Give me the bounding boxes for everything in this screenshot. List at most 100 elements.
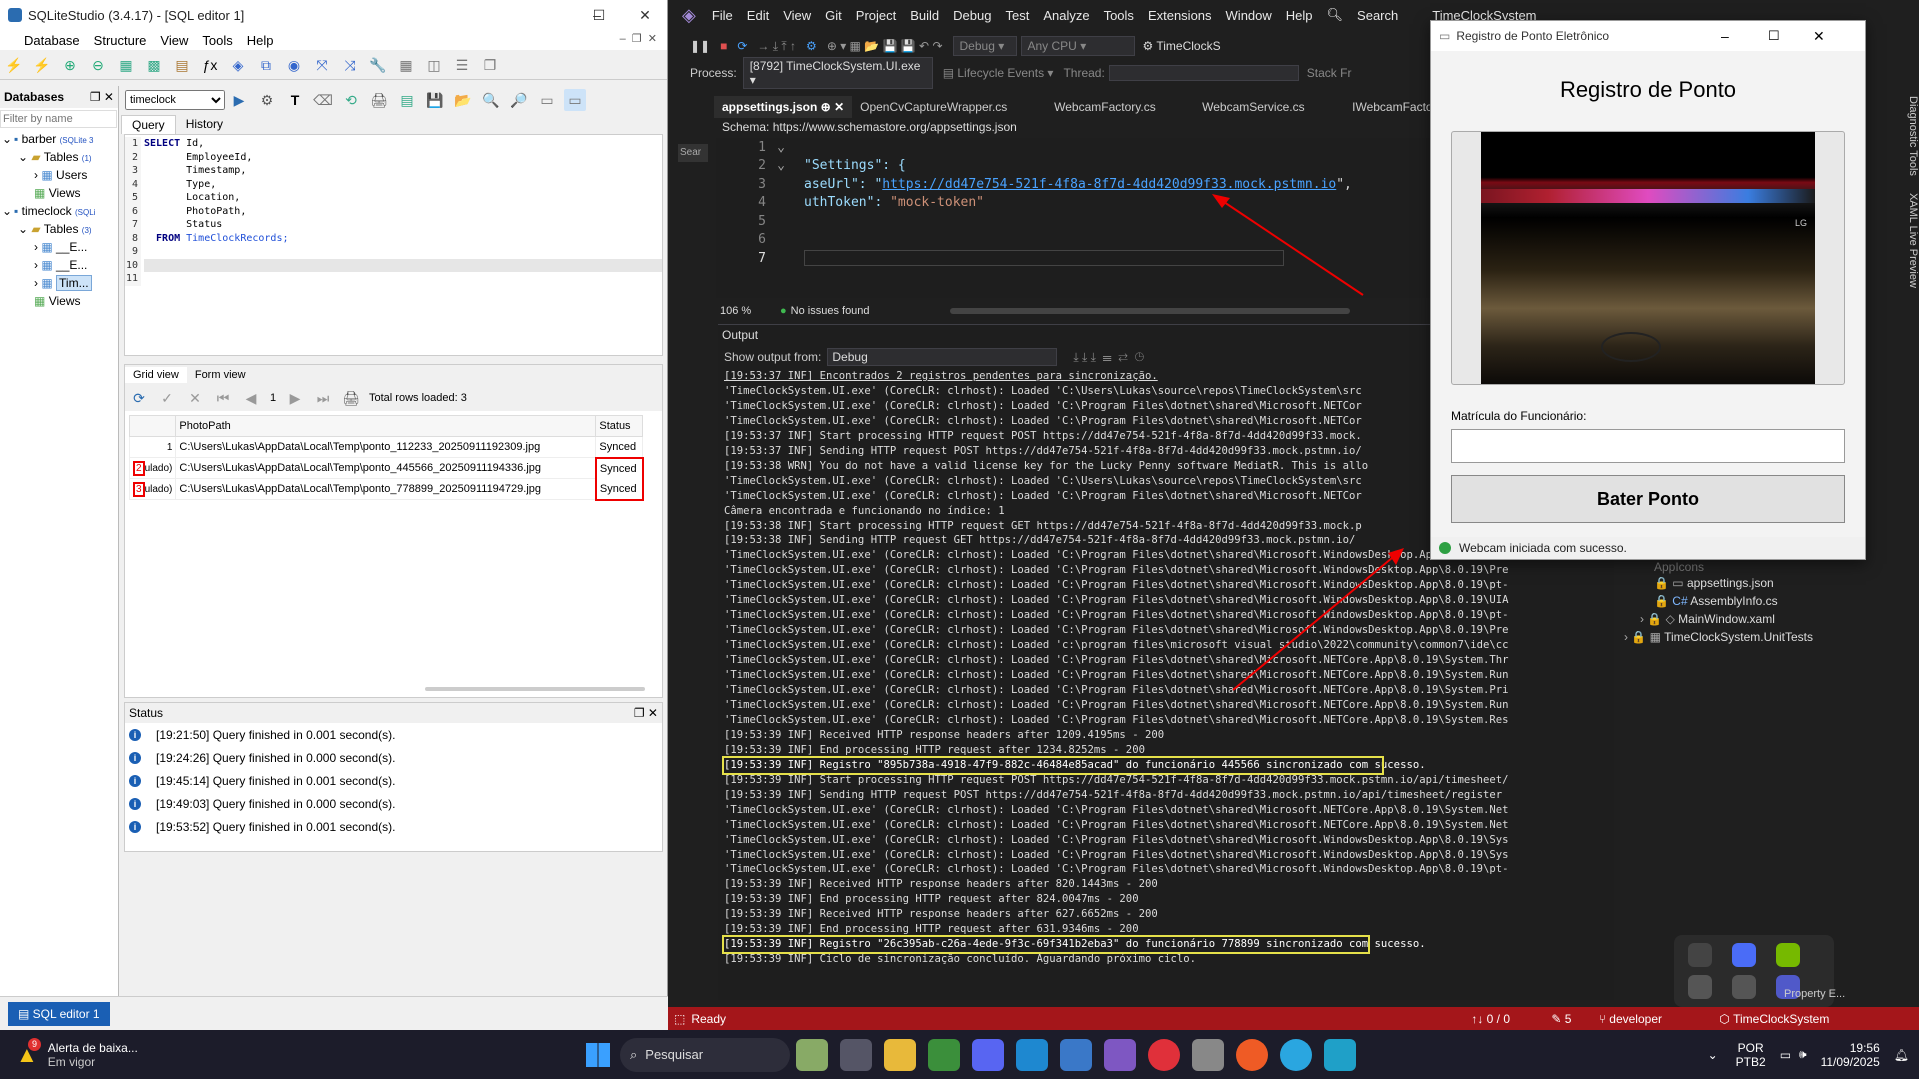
save-icon[interactable]: 💾: [424, 89, 446, 111]
tray-app-icon[interactable]: [1732, 975, 1756, 999]
last-page-icon[interactable]: ⏭: [312, 387, 334, 409]
tree-item-timeclock[interactable]: ⌄ ▪ timeclock (SQLi: [0, 202, 118, 220]
solution-item[interactable]: 🔒 C# AssemblyInfo.cs: [1614, 594, 1897, 612]
menu-edit[interactable]: Edit: [747, 8, 769, 23]
stop-icon[interactable]: ■: [720, 39, 727, 53]
status-edits[interactable]: 5: [1565, 1012, 1599, 1026]
solution-item[interactable]: › 🔒 ▦ TimeClockSystem.UnitTests: [1614, 630, 1897, 648]
solution-item[interactable]: › 🔒 ◇ MainWindow.xaml: [1614, 612, 1897, 630]
matricula-input[interactable]: [1451, 429, 1845, 463]
history-icon[interactable]: ⟲: [340, 89, 362, 111]
reg-close-button[interactable]: ✕: [1813, 28, 1825, 45]
clock-time[interactable]: 19:56: [1821, 1041, 1880, 1055]
replace-icon[interactable]: 🔎: [508, 89, 530, 111]
search-box[interactable]: Sear: [678, 144, 708, 162]
tray-app-icon[interactable]: [1776, 943, 1800, 967]
print-grid-icon[interactable]: 🖨: [340, 387, 362, 409]
zoom-level[interactable]: 106 %: [720, 305, 780, 317]
tab-appsettings[interactable]: appsettings.json ⊕ ✕: [714, 96, 853, 118]
menu-analyze[interactable]: Analyze: [1043, 8, 1089, 23]
connect-icon[interactable]: ⚡: [3, 54, 25, 76]
prev-page-icon[interactable]: ◀: [240, 387, 262, 409]
vs-search[interactable]: Search: [1357, 8, 1398, 23]
tab-diagnostic-tools[interactable]: Diagnostic Tools: [1907, 96, 1919, 176]
status-panel-controls[interactable]: ❐ ✕: [634, 706, 662, 720]
tab-form-view[interactable]: Form view: [187, 367, 254, 383]
search-box[interactable]: ⌕ Pesquisar: [620, 1037, 790, 1072]
step-icons[interactable]: → ⤓ ⤒ ↑: [757, 39, 796, 54]
tab-webcamservice[interactable]: WebcamService.cs: [1194, 96, 1344, 118]
wrench-icon[interactable]: 🔧: [367, 54, 389, 76]
status-counts[interactable]: ↑↓ 0 / 0: [1471, 1012, 1551, 1026]
menu-git[interactable]: Git: [825, 8, 842, 23]
menu-test[interactable]: Test: [1005, 8, 1029, 23]
solution-item[interactable]: AppIcons: [1614, 560, 1897, 576]
code-editor[interactable]: 1 2 3 4 5 6 7 8 9 10 11 SELECT Id, EmployeeId, Tim…: [124, 134, 663, 356]
layout-b-icon[interactable]: ▭: [564, 89, 586, 111]
property-tab[interactable]: Property E...: [1784, 988, 1845, 1000]
tree-item-eflock[interactable]: › ▦ __E...: [0, 256, 118, 274]
sql-editor-tab[interactable]: ▤ SQL editor 1: [8, 1001, 110, 1026]
disconnect-icon[interactable]: ⚡: [31, 54, 53, 76]
panel-close-icon[interactable]: ❐ ✕: [90, 90, 118, 104]
output-source-select[interactable]: Debug: [827, 348, 1058, 366]
tray-app-icon[interactable]: [1688, 975, 1712, 999]
menu-help[interactable]: Help: [247, 33, 274, 48]
solution-item[interactable]: 🔒 ▭ appsettings.json: [1614, 576, 1897, 594]
table-row[interactable]: 2 ulado) C:\Users\Lukas\AppData\Local\Tem…: [128, 456, 644, 479]
pause-icon[interactable]: ❚❚: [690, 39, 710, 53]
edit-table-icon[interactable]: ▤: [171, 54, 193, 76]
table-row[interactable]: 3 ulado) C:\Users\Lukas\AppData\Local\Tem…: [128, 478, 644, 501]
menu-extensions[interactable]: Extensions: [1148, 8, 1212, 23]
tab-webcamfactory[interactable]: WebcamFactory.cs: [1046, 96, 1194, 118]
menu-file[interactable]: File: [712, 8, 733, 23]
trigger-icon[interactable]: ⧉: [255, 54, 277, 76]
platform-select[interactable]: Any CPU ▾: [1020, 36, 1135, 56]
tree-item-tables[interactable]: ⌄ ▰ Tables (3): [0, 220, 118, 238]
run-target[interactable]: ⚙ TimeClockS: [1143, 39, 1221, 53]
output-tool-icons[interactable]: ⤓ ⤓ ⤓ ☰ ⇄ ◷: [1073, 350, 1144, 365]
reg-minimize-button[interactable]: –: [1721, 28, 1729, 44]
discord-icon[interactable]: [972, 1038, 1004, 1071]
lifecycle-events[interactable]: ▤ Lifecycle Events ▾: [943, 66, 1054, 80]
volume-icon[interactable]: 🕪: [1799, 1047, 1807, 1062]
tray-chevron-icon[interactable]: ⌄: [1708, 1048, 1718, 1062]
task-view-icon[interactable]: [840, 1038, 872, 1071]
stack-frame[interactable]: Stack Fr: [1307, 66, 1352, 80]
editor-hscroll[interactable]: [949, 308, 1350, 314]
format-icon[interactable]: T: [284, 89, 306, 111]
view-icon[interactable]: ◉: [283, 54, 305, 76]
function-icon[interactable]: ƒx: [199, 54, 221, 76]
status-repo[interactable]: TimeClockSystem: [1733, 1012, 1829, 1026]
add-table-icon[interactable]: ▩: [143, 54, 165, 76]
tree-item-timeclockrecords[interactable]: › ▦ Tim...: [0, 274, 118, 292]
menu-build[interactable]: Build: [910, 8, 939, 23]
menu-tools[interactable]: Tools: [202, 33, 232, 48]
menu-tools[interactable]: Tools: [1104, 8, 1134, 23]
tab-xaml-live-preview[interactable]: XAML Live Preview: [1907, 193, 1919, 288]
find-icon[interactable]: 🔍: [480, 89, 502, 111]
tray-app-icon[interactable]: [1732, 943, 1756, 967]
notification-icon[interactable]: 🔔︎: [1894, 1048, 1909, 1062]
file-explorer-icon[interactable]: [884, 1038, 916, 1071]
export-icon[interactable]: ⤨: [339, 54, 361, 76]
index-icon[interactable]: ◈: [227, 54, 249, 76]
tab-grid-view[interactable]: Grid view: [125, 367, 187, 383]
thread-select[interactable]: [1108, 65, 1299, 81]
nav-icons[interactable]: ⊕ ▾ ▦ 📂 💾 💾 ↶ ↷: [827, 39, 943, 53]
tree-item-barber[interactable]: ⌄ ▪ barber (SQLite 3: [0, 130, 118, 148]
next-page-icon[interactable]: ▶: [284, 387, 306, 409]
tab-query[interactable]: Query: [121, 114, 176, 134]
clock-date[interactable]: 11/09/2025: [1821, 1055, 1880, 1069]
sqlite-db-icon[interactable]: [1192, 1038, 1224, 1071]
filter-input[interactable]: [0, 110, 117, 128]
start-icon[interactable]: [586, 1042, 610, 1067]
reg-maximize-button[interactable]: ☐: [1768, 28, 1780, 44]
tree-item-views[interactable]: ▦ Views: [0, 184, 118, 202]
bater-ponto-button[interactable]: Bater Ponto: [1451, 475, 1845, 523]
menu-project[interactable]: Project: [856, 8, 896, 23]
lang-1[interactable]: POR: [1736, 1041, 1766, 1055]
database-select[interactable]: timeclock: [125, 90, 225, 110]
layout-a-icon[interactable]: ▭: [536, 89, 558, 111]
col-photopath[interactable]: PhotoPath: [175, 415, 597, 437]
